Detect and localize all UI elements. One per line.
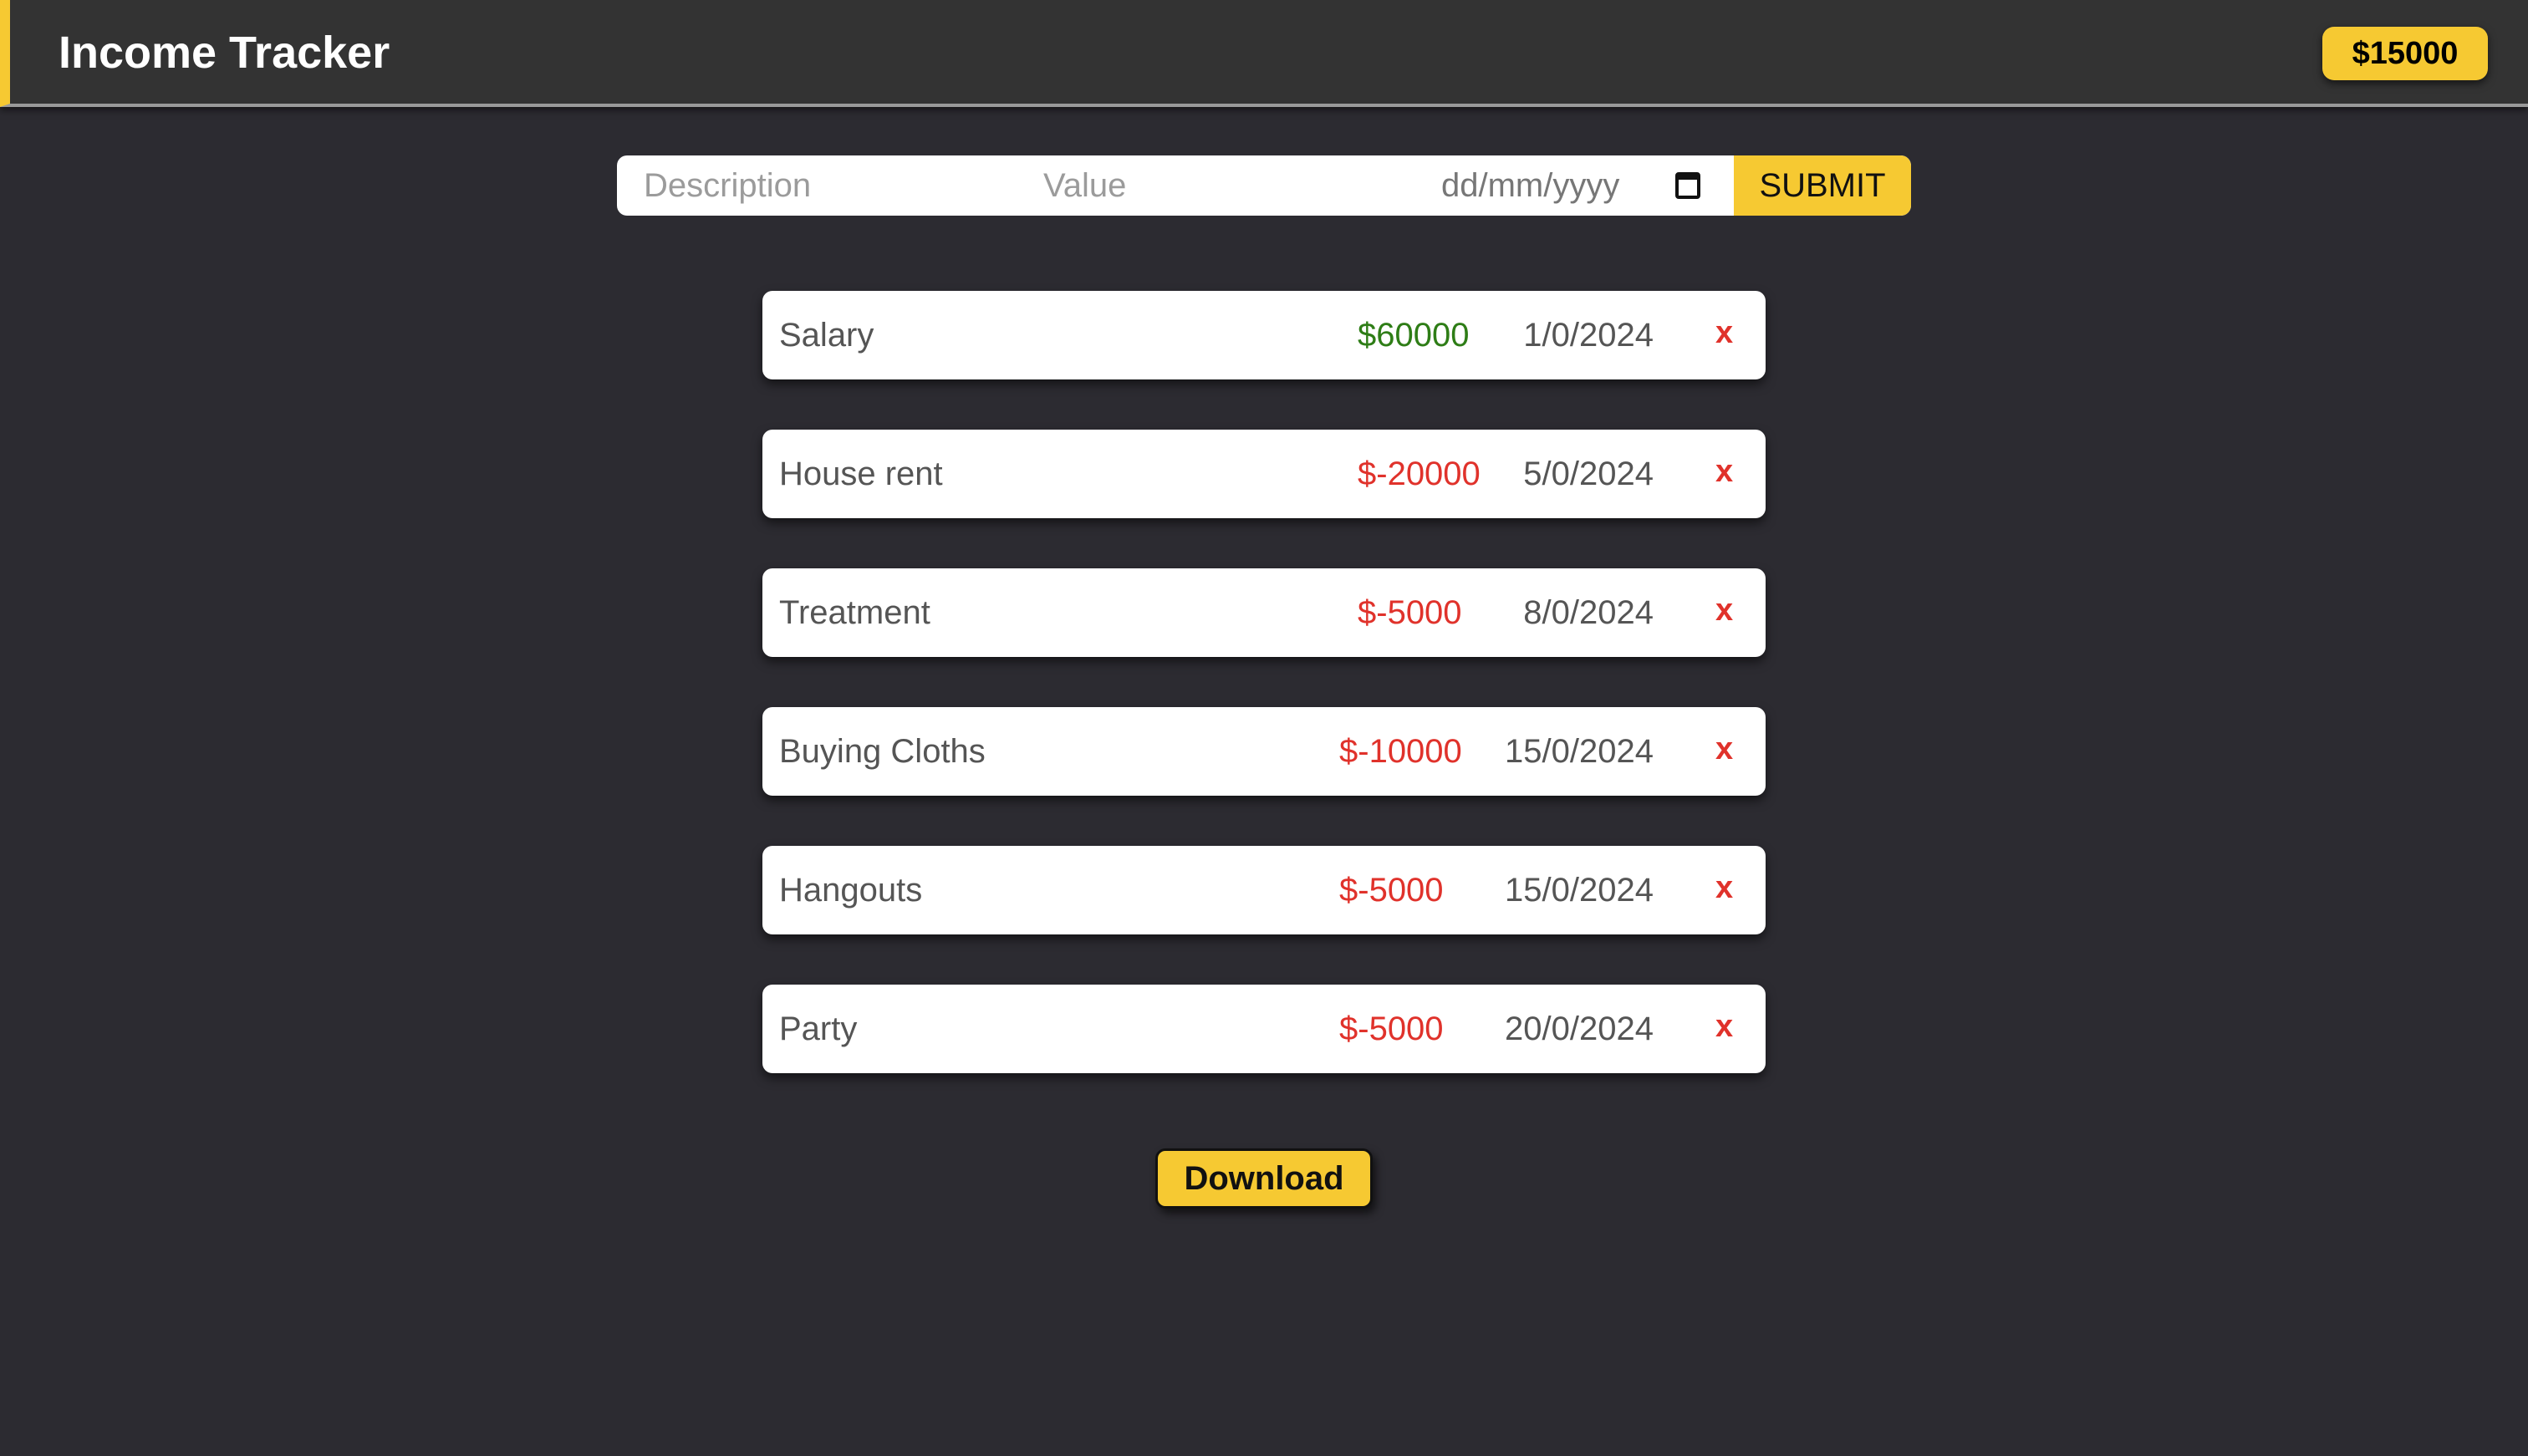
list-item: Hangouts $-5000 15/0/2024 x — [762, 846, 1766, 934]
transaction-description: House rent — [779, 456, 943, 492]
transaction-date: 20/0/2024 — [1505, 1011, 1654, 1047]
delete-button[interactable]: x — [1715, 985, 1733, 1068]
description-input[interactable]: Description — [644, 155, 811, 216]
transaction-date: 1/0/2024 — [1523, 317, 1654, 354]
app-title: Income Tracker — [59, 28, 390, 78]
delete-button[interactable]: x — [1715, 568, 1733, 652]
add-transaction-form: Description Value dd/mm/yyyy SUBMIT — [617, 155, 1911, 216]
balance-badge: $15000 — [2322, 27, 2488, 80]
transaction-amount: $-5000 — [1339, 1011, 1444, 1047]
transaction-description: Treatment — [779, 594, 930, 631]
transaction-date: 8/0/2024 — [1523, 594, 1654, 631]
delete-button[interactable]: x — [1715, 430, 1733, 513]
delete-button[interactable]: x — [1715, 707, 1733, 791]
transaction-amount: $-5000 — [1358, 594, 1462, 631]
list-item: Party $-5000 20/0/2024 x — [762, 985, 1766, 1073]
delete-button[interactable]: x — [1715, 291, 1733, 374]
app-header: Income Tracker $15000 — [0, 0, 2528, 107]
transaction-description: Hangouts — [779, 872, 923, 909]
transaction-date: 15/0/2024 — [1505, 733, 1654, 770]
value-input[interactable]: Value — [1043, 155, 1126, 216]
transaction-description: Buying Cloths — [779, 733, 986, 770]
date-input[interactable]: dd/mm/yyyy — [1441, 155, 1619, 216]
transaction-description: Salary — [779, 317, 874, 354]
submit-button[interactable]: SUBMIT — [1734, 155, 1911, 216]
transaction-date: 5/0/2024 — [1523, 456, 1654, 492]
calendar-icon[interactable] — [1675, 172, 1700, 199]
transaction-description: Party — [779, 1011, 858, 1047]
transaction-amount: $60000 — [1358, 317, 1470, 354]
delete-button[interactable]: x — [1715, 846, 1733, 929]
list-item: Buying Cloths $-10000 15/0/2024 x — [762, 707, 1766, 796]
transaction-date: 15/0/2024 — [1505, 872, 1654, 909]
list-item: Treatment $-5000 8/0/2024 x — [762, 568, 1766, 657]
transaction-amount: $-10000 — [1339, 733, 1462, 770]
transaction-amount: $-5000 — [1339, 872, 1444, 909]
download-button[interactable]: Download — [1155, 1148, 1373, 1209]
list-item: Salary $60000 1/0/2024 x — [762, 291, 1766, 379]
list-item: House rent $-20000 5/0/2024 x — [762, 430, 1766, 518]
transaction-amount: $-20000 — [1358, 456, 1481, 492]
